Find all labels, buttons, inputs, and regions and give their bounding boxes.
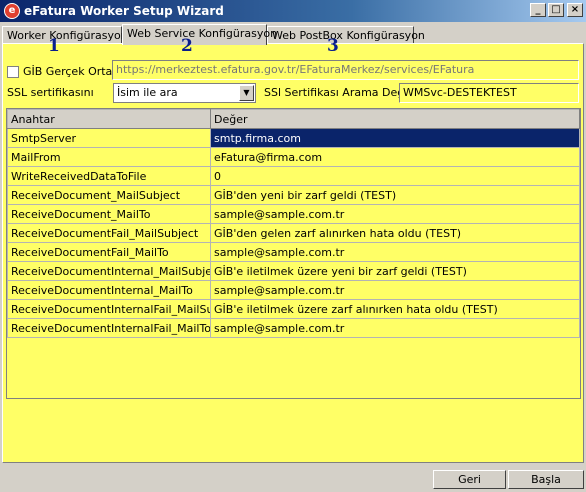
tab-number-marker-2: 2	[181, 36, 193, 56]
tab-web-postbox-config[interactable]: Web PostBox Konfigürasyon	[267, 26, 425, 44]
table-row[interactable]: WriteReceivedDataToFile 0	[7, 166, 580, 186]
grid-header-row: Anahtar Değer	[7, 109, 580, 129]
row-key-cell[interactable]: MailFrom	[7, 147, 211, 167]
table-row[interactable]: ReceiveDocument_MailTo sample@sample.com.…	[7, 204, 580, 224]
row-key-cell[interactable]: ReceiveDocumentInternal_MailTo	[7, 280, 211, 300]
row-value-cell[interactable]: GİB'den yeni bir zarf geldi (TEST)	[210, 185, 580, 205]
service-url-field[interactable]: https://merkeztest.efatura.gov.tr/EFatur…	[112, 60, 579, 80]
row-value-cell[interactable]: sample@sample.com.tr	[210, 204, 580, 224]
column-header-value[interactable]: Değer	[210, 109, 580, 129]
tab-web-service-config[interactable]: Web Service Konfigürasyon	[122, 24, 277, 45]
row-value-cell[interactable]: GİB'e iletilmek üzere zarf alınırken hat…	[210, 299, 580, 319]
gib-real-env-label: GİB Gerçek Ortam	[23, 65, 124, 78]
row-key-cell[interactable]: WriteReceivedDataToFile	[7, 166, 211, 186]
row-key-cell[interactable]: ReceiveDocument_MailSubject	[7, 185, 211, 205]
row-value-cell[interactable]: GİB'e iletilmek üzere yeni bir zarf geld…	[210, 261, 580, 281]
tab-web-postbox-config-label: Web PostBox Konfigürasyon	[272, 29, 425, 42]
row-key-cell[interactable]: SmtpServer	[7, 128, 211, 148]
table-row[interactable]: ReceiveDocumentInternalFail_MailTo sample…	[7, 318, 580, 338]
start-button[interactable]: Başla	[508, 470, 584, 489]
chevron-down-icon[interactable]: ▼	[239, 85, 254, 101]
app-icon: e	[4, 3, 20, 19]
table-row[interactable]: ReceiveDocumentFail_MailTo sample@sample.…	[7, 242, 580, 262]
row-value-cell[interactable]: sample@sample.com.tr	[210, 280, 580, 300]
web-service-config-panel: GİB Gerçek Ortam https://merkeztest.efat…	[2, 43, 584, 463]
table-row[interactable]: SmtpServer smtp.firma.com	[7, 128, 580, 148]
minimize-button[interactable]: _	[530, 3, 546, 17]
tab-number-marker-1: 1	[48, 36, 60, 56]
tab-strip: Worker Konfigürasyon Web Service Konfigü…	[2, 24, 582, 45]
ssl-search-mode-select[interactable]: İsim ile ara ▼	[113, 83, 256, 103]
row-key-cell[interactable]: ReceiveDocument_MailTo	[7, 204, 211, 224]
table-row[interactable]: MailFrom eFatura@firma.com	[7, 147, 580, 167]
tab-number-marker-3: 3	[327, 36, 339, 56]
settings-table: Anahtar Değer SmtpServer smtp.firma.com Ma…	[7, 109, 580, 338]
row-value-cell[interactable]: sample@sample.com.tr	[210, 318, 580, 338]
maximize-button[interactable]: □	[548, 3, 564, 17]
tab-worker-config[interactable]: Worker Konfigürasyon	[2, 26, 128, 44]
row-key-cell[interactable]: ReceiveDocumentInternal_MailSubject	[7, 261, 211, 281]
ssl-certificate-label: SSL sertifikasını	[7, 86, 94, 99]
ssl-search-mode-value: İsim ile ara	[117, 86, 178, 99]
row-value-cell[interactable]: smtp.firma.com	[210, 128, 580, 148]
row-value-cell[interactable]: 0	[210, 166, 580, 186]
row-key-cell[interactable]: ReceiveDocumentInternalFail_MailSubject	[7, 299, 211, 319]
table-row[interactable]: ReceiveDocumentInternalFail_MailSubjectG…	[7, 299, 580, 319]
back-button[interactable]: Geri	[433, 470, 506, 489]
window-title: eFatura Worker Setup Wizard	[24, 4, 224, 18]
row-value-cell[interactable]: sample@sample.com.tr	[210, 242, 580, 262]
grid-body: SmtpServer smtp.firma.com MailFrom eFatura@…	[7, 128, 580, 338]
table-row[interactable]: ReceiveDocumentInternal_MailSubject GİB'e…	[7, 261, 580, 281]
ssl-search-value-label: SSl Sertifikası Arama Değeri	[264, 86, 419, 99]
column-header-key[interactable]: Anahtar	[7, 109, 211, 129]
settings-grid: Anahtar Değer SmtpServer smtp.firma.com Ma…	[6, 108, 581, 399]
tab-web-service-config-label: Web Service Konfigürasyon	[127, 27, 278, 40]
row-key-cell[interactable]: ReceiveDocumentFail_MailTo	[7, 242, 211, 262]
table-row[interactable]: ReceiveDocument_MailSubject GİB'den yeni …	[7, 185, 580, 205]
row-key-cell[interactable]: ReceiveDocumentFail_MailSubject	[7, 223, 211, 243]
ssl-search-value-field[interactable]: WMSvc-DESTEKTEST	[399, 83, 579, 103]
table-row[interactable]: ReceiveDocumentInternal_MailTo sample@sam…	[7, 280, 580, 300]
title-bar: e eFatura Worker Setup Wizard _ □ ×	[0, 0, 586, 22]
tab-worker-config-label: Worker Konfigürasyon	[7, 29, 128, 42]
gib-real-env-checkbox[interactable]	[7, 66, 19, 78]
table-row[interactable]: ReceiveDocumentFail_MailSubject GİB'den g…	[7, 223, 580, 243]
row-value-cell[interactable]: GİB'den gelen zarf alınırken hata oldu (…	[210, 223, 580, 243]
close-button[interactable]: ×	[567, 3, 583, 17]
row-value-cell[interactable]: eFatura@firma.com	[210, 147, 580, 167]
row-key-cell[interactable]: ReceiveDocumentInternalFail_MailTo	[7, 318, 211, 338]
